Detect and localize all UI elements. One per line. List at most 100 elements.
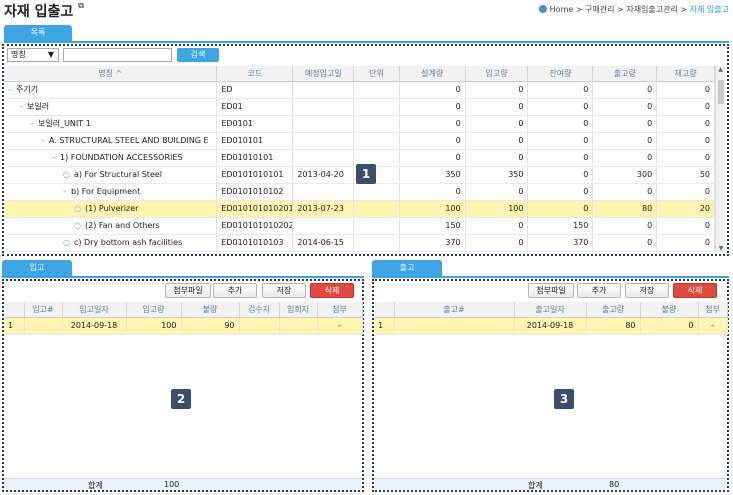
- dropdown-arrow-icon: ▼: [47, 50, 54, 59]
- tree-name-label: 보일러: [27, 102, 50, 111]
- tree-name-cell[interactable]: ○ (1) Pulverizer: [4, 200, 218, 218]
- breadcrumb-home[interactable]: Home: [550, 5, 574, 14]
- tree-name-cell[interactable]: –1) FOUNDATION ACCESSORIES: [4, 149, 218, 167]
- tree-name-cell[interactable]: ○ c) Dry bottom ash facilities: [4, 234, 218, 252]
- collapse-toggle-icon[interactable]: –: [19, 102, 23, 111]
- column-header[interactable]: 재고량: [656, 66, 715, 82]
- collapse-toggle-icon[interactable]: –: [30, 119, 34, 128]
- in-attach-button[interactable]: 첨부파일: [165, 283, 211, 298]
- in-column-header[interactable]: 불량: [181, 302, 240, 318]
- in-column-header[interactable]: 입고#: [24, 302, 63, 318]
- out-date-cell[interactable]: 2014-09-18: [514, 317, 587, 335]
- tree-row[interactable]: – 보일러_UNIT 1 ED0101 0 0 0 0 0: [4, 115, 715, 133]
- column-header[interactable]: 설계량: [399, 66, 466, 82]
- tree-row[interactable]: – 주기기 ED 0 0 0 0 0: [4, 81, 715, 99]
- out-column-header[interactable]: 출고#: [394, 302, 515, 318]
- tree-name-cell[interactable]: – 주기기: [4, 81, 218, 99]
- collapse-toggle-icon[interactable]: –: [63, 187, 67, 196]
- tree-name-cell[interactable]: – 보일러_UNIT 1: [4, 115, 218, 133]
- in-table-row[interactable]: 1 2014-09-18 100 90 -: [4, 317, 363, 335]
- tab-in[interactable]: 입고: [2, 260, 72, 276]
- column-header[interactable]: 입고량: [465, 66, 529, 82]
- tree-name-cell[interactable]: ○ a) For Structural Steel: [4, 166, 218, 184]
- scroll-up-icon[interactable]: ▲: [716, 66, 725, 73]
- out-footer-label: 합계: [528, 481, 543, 490]
- collapse-toggle-icon[interactable]: –: [41, 136, 45, 145]
- qty-cell: 370: [527, 234, 594, 252]
- column-header[interactable]: 출고량: [592, 66, 658, 82]
- search-button[interactable]: 검색: [177, 48, 219, 62]
- code-cell: ED010101010201: [216, 200, 294, 218]
- out-qty-cell[interactable]: 80: [586, 317, 641, 335]
- main-table-scrollbar[interactable]: ▲ ▼: [715, 66, 725, 252]
- in-column-header[interactable]: [4, 302, 25, 318]
- tree-row[interactable]: – 보일러 ED01 0 0 0 0 0: [4, 98, 715, 116]
- collapse-toggle-icon[interactable]: –: [52, 153, 56, 162]
- qty-cell: 0: [656, 132, 715, 150]
- in-add-button[interactable]: 추가: [213, 283, 257, 298]
- in-qty-cell[interactable]: 100: [126, 317, 182, 335]
- in-bad-cell[interactable]: 90: [181, 317, 240, 335]
- scroll-down-icon[interactable]: ▼: [716, 245, 726, 252]
- out-column-header[interactable]: 첨부: [698, 302, 728, 318]
- in-date-cell[interactable]: 2014-09-18: [62, 317, 127, 335]
- tab-list[interactable]: 목록: [4, 25, 72, 41]
- in-delete-button[interactable]: 삭제: [310, 283, 354, 298]
- qty-cell: 0: [592, 98, 658, 116]
- tree-name-cell[interactable]: – A. STRUCTURAL STEEL AND BUILDING E: [4, 132, 218, 150]
- in-attach-cell[interactable]: -: [317, 317, 363, 335]
- code-cell: ED0101010102: [216, 183, 294, 201]
- breadcrumb: Home > 구매관리 > 자재입출고관리 > 자재 입출고: [538, 4, 729, 15]
- in-column-header[interactable]: 검수자: [239, 302, 280, 318]
- out-column-header[interactable]: 출고일자: [514, 302, 587, 318]
- column-header[interactable]: 명칭 ^: [4, 66, 218, 82]
- scrollbar-thumb[interactable]: [718, 80, 724, 104]
- in-table: 입고# 입고일자 입고량 불량 검수자 입회자 첨부 1 2014-09-18 100 90 -: [4, 302, 363, 335]
- column-header[interactable]: 잔여량: [527, 66, 594, 82]
- breadcrumb-level2[interactable]: 자재입출고관리: [626, 5, 678, 14]
- in-inspector-cell[interactable]: [239, 317, 280, 335]
- search-field-select[interactable]: 명칭 ▼: [7, 48, 59, 62]
- qty-cell: 370: [399, 234, 466, 252]
- out-add-button[interactable]: 추가: [577, 283, 621, 298]
- search-input[interactable]: [63, 48, 172, 62]
- qty-cell: 0: [399, 81, 466, 99]
- out-save-button[interactable]: 저장: [625, 283, 669, 298]
- date-cell: [292, 183, 355, 201]
- qty-cell: 0: [527, 98, 594, 116]
- in-id-cell[interactable]: [24, 317, 63, 335]
- tree-name-cell[interactable]: – 보일러: [4, 98, 218, 116]
- tree-row[interactable]: – A. STRUCTURAL STEEL AND BUILDING E ED010…: [4, 132, 715, 150]
- tree-row[interactable]: ○ (1) Pulverizer ED010101010201 2013-07-23 1…: [4, 200, 715, 218]
- tree-name-cell[interactable]: ○ (2) Fan and Others: [4, 217, 218, 235]
- tree-name-cell[interactable]: – b) For Equipment: [4, 183, 218, 201]
- out-column-header[interactable]: 불량: [640, 302, 699, 318]
- in-column-header[interactable]: 입고일자: [62, 302, 127, 318]
- out-column-header[interactable]: [374, 302, 395, 318]
- qty-cell: 0: [399, 183, 466, 201]
- column-header[interactable]: 코드: [216, 66, 294, 82]
- external-link-icon[interactable]: ⧉: [78, 1, 84, 10]
- in-save-button[interactable]: 저장: [262, 283, 306, 298]
- in-witness-cell[interactable]: [279, 317, 318, 335]
- collapse-toggle-icon[interactable]: –: [8, 85, 12, 94]
- out-bad-cell[interactable]: 0: [640, 317, 699, 335]
- in-column-header[interactable]: 첨부: [317, 302, 363, 318]
- in-column-header[interactable]: 입회자: [279, 302, 318, 318]
- tree-row[interactable]: ○ (2) Fan and Others ED010101010202 150 0 150…: [4, 217, 715, 235]
- tab-out[interactable]: 출고: [372, 260, 442, 276]
- out-table-row[interactable]: 1 2014-09-18 80 0-: [374, 317, 728, 335]
- code-cell: ED01: [216, 98, 294, 116]
- code-cell: ED0101: [216, 115, 294, 133]
- in-column-header[interactable]: 입고량: [126, 302, 182, 318]
- out-delete-button[interactable]: 삭제: [673, 283, 717, 298]
- column-header[interactable]: 예정입고일: [292, 66, 355, 82]
- out-id-cell[interactable]: [394, 317, 515, 335]
- out-column-header[interactable]: 출고량: [586, 302, 641, 318]
- breadcrumb-level1[interactable]: 구매관리: [585, 5, 614, 14]
- tree-row[interactable]: – b) For Equipment ED0101010102 0 0 0 0 0: [4, 183, 715, 201]
- out-attach-cell[interactable]: -: [698, 317, 728, 335]
- tree-row[interactable]: ○ c) Dry bottom ash facilities ED010101010…: [4, 234, 715, 252]
- out-attach-button[interactable]: 첨부파일: [528, 283, 574, 298]
- column-header[interactable]: 단위: [353, 66, 400, 82]
